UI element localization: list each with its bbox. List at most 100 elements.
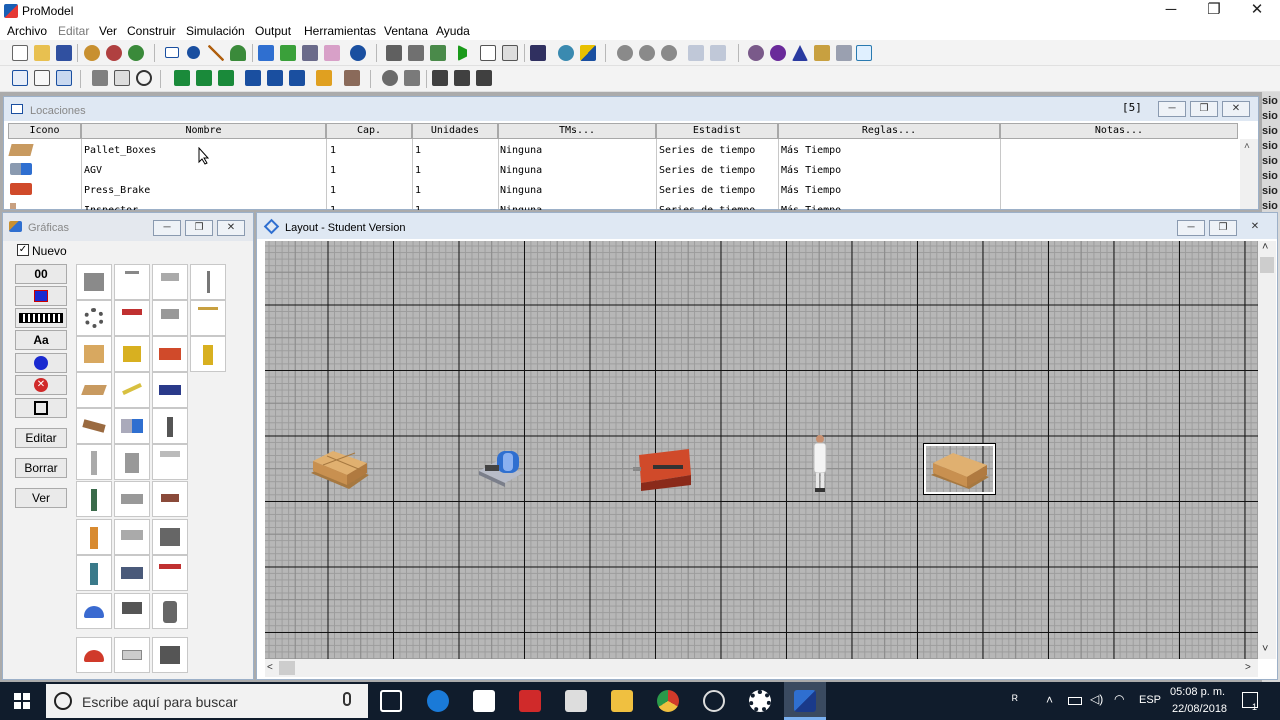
cell-nombre[interactable]: Pallet_Boxes [84, 145, 156, 156]
layout-horizontal-scroll-thumb[interactable] [279, 661, 295, 675]
cell-cap[interactable]: 1 [330, 185, 336, 196]
chart-compare-icon[interactable] [710, 45, 726, 61]
cell-estadist[interactable]: Series de tiempo [659, 165, 755, 176]
cell-reglas[interactable]: Más Tiempo [781, 205, 841, 210]
library-hardhat-blue-icon[interactable] [76, 593, 112, 629]
conveyor-tool-button[interactable] [15, 308, 67, 328]
layout-maximize-button[interactable]: ❐ [1209, 220, 1237, 236]
library-crate-icon[interactable] [152, 637, 188, 673]
cell-reglas[interactable]: Más Tiempo [781, 165, 841, 176]
merge-icon[interactable] [84, 45, 100, 61]
scroll-left-arrow-icon[interactable]: < [267, 662, 273, 673]
ellipse-tool-icon[interactable] [187, 46, 200, 59]
cell-reglas[interactable]: Más Tiempo [781, 145, 841, 156]
scroll-down-arrow-icon[interactable]: ˅ [1262, 643, 1268, 655]
streams-icon[interactable] [344, 70, 360, 86]
library-printer-icon[interactable] [114, 593, 150, 629]
graphics-minimize-button[interactable]: ─ [153, 220, 181, 236]
volume-icon[interactable]: ◁) [1090, 692, 1103, 706]
menu-ver[interactable]: Ver [99, 24, 117, 38]
library-car-icon[interactable] [114, 300, 150, 336]
library-pump-icon[interactable] [114, 444, 150, 480]
library-icon[interactable] [836, 45, 852, 61]
align-icon[interactable] [476, 70, 492, 86]
clock-date[interactable]: 22/08/2018 [1172, 703, 1227, 715]
entities-icon[interactable] [34, 70, 50, 86]
wifi-icon[interactable]: ◠ [1114, 692, 1124, 706]
path-networks-icon[interactable] [56, 70, 72, 86]
microphone-icon[interactable] [343, 692, 351, 706]
library-barrel-icon[interactable] [152, 593, 188, 629]
scroll-up-arrow-icon[interactable]: ˄ [1244, 141, 1250, 152]
library-agv-icon[interactable] [114, 408, 150, 444]
library-worker-icon[interactable] [76, 481, 112, 517]
library-mill-icon[interactable] [114, 519, 150, 555]
conveyor-icon[interactable] [92, 70, 108, 86]
edge-browser-icon[interactable] [427, 690, 449, 712]
cell-unidades[interactable]: 1 [415, 165, 421, 176]
new-file-icon[interactable] [12, 45, 28, 61]
library-drill-icon[interactable] [152, 408, 188, 444]
node-tool-button[interactable]: ✕ [15, 375, 67, 395]
entity-spot-tool-button[interactable] [15, 353, 67, 373]
library-arm-icon[interactable] [190, 336, 226, 372]
library-hardhat-red-icon[interactable] [76, 637, 112, 673]
menu-ayuda[interactable]: Ayuda [436, 24, 470, 38]
graphics-close-button[interactable]: ✕ [217, 220, 245, 236]
export-icon[interactable] [454, 70, 470, 86]
selected-pallet-location-icon[interactable] [927, 447, 991, 491]
pallet-boxes-location-icon[interactable] [307, 443, 371, 491]
borrar-button[interactable]: Borrar [15, 458, 67, 478]
layout-close-button[interactable]: ✕ [1241, 220, 1269, 236]
cell-estadist[interactable]: Series de tiempo [659, 185, 755, 196]
sim-runner-icon[interactable] [770, 45, 786, 61]
library-pole-icon[interactable] [190, 264, 226, 300]
arrays-icon[interactable] [218, 70, 234, 86]
menu-output[interactable]: Output [255, 24, 291, 38]
library-truck-icon[interactable] [152, 555, 188, 591]
show-hidden-icons-icon[interactable]: ˄ [1046, 693, 1053, 707]
locations-close-button[interactable]: ✕ [1222, 101, 1250, 117]
cell-nombre[interactable]: Press_Brake [84, 185, 150, 196]
import-icon[interactable] [432, 70, 448, 86]
locations-minimize-button[interactable]: ─ [1158, 101, 1186, 117]
column-header-notas[interactable]: Notas... [1000, 123, 1238, 139]
view-icon[interactable] [430, 45, 446, 61]
library-tool-icon[interactable] [152, 481, 188, 517]
store-icon[interactable] [473, 690, 495, 712]
library-tech-icon[interactable] [76, 555, 112, 591]
graphics-maximize-button[interactable]: ❐ [185, 220, 213, 236]
people-icon[interactable]: ᴿ [1012, 692, 1018, 707]
person-icon[interactable] [230, 45, 246, 61]
options-icon[interactable] [386, 45, 402, 61]
arrivals-icon[interactable] [258, 45, 274, 61]
settings-gear-icon[interactable] [749, 690, 771, 712]
shield-v2-icon[interactable] [639, 45, 655, 61]
globe-icon[interactable] [558, 45, 574, 61]
status-light-tool-button[interactable] [15, 286, 67, 306]
simulation-options-icon[interactable] [404, 70, 420, 86]
inspector-icon[interactable] [10, 203, 16, 209]
library-forklift-icon[interactable] [114, 336, 150, 372]
recorder-app-icon[interactable] [703, 690, 725, 712]
library-lathe-icon[interactable] [114, 481, 150, 517]
cell-tms[interactable]: Ninguna [500, 145, 542, 156]
column-header-reglas[interactable]: Reglas... [778, 123, 1000, 139]
locations-maximize-button[interactable]: ❐ [1190, 101, 1218, 117]
gift-app-icon[interactable] [519, 690, 541, 712]
cell-reglas[interactable]: Más Tiempo [781, 185, 841, 196]
line-tool-icon[interactable] [208, 45, 224, 61]
subroutines-icon[interactable] [267, 70, 283, 86]
print-icon[interactable] [114, 70, 130, 86]
cell-tms[interactable]: Ninguna [500, 185, 542, 196]
chrome-icon[interactable] [657, 690, 679, 712]
cell-tms[interactable]: Ninguna [500, 205, 542, 210]
close-button[interactable]: ✕ [1234, 0, 1280, 22]
windows-start-icon[interactable] [14, 693, 30, 709]
library-rack-icon[interactable] [152, 444, 188, 480]
library-board-icon[interactable] [76, 408, 112, 444]
resources-icon[interactable] [302, 45, 318, 61]
minimize-button[interactable]: ─ [1148, 0, 1194, 22]
layout-horizontal-scrollbar[interactable] [265, 659, 1258, 677]
library-cart-icon[interactable] [152, 372, 188, 408]
